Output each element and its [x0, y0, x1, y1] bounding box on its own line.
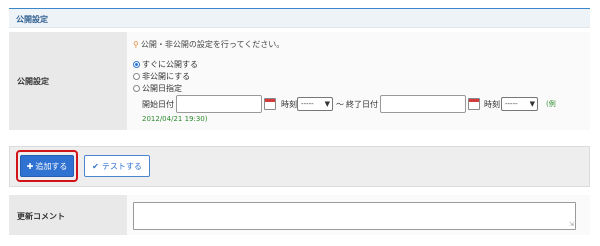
- radio-publish-now[interactable]: すぐに公開する: [133, 59, 198, 70]
- end-time-value: -----: [505, 100, 518, 108]
- example-value: 2012/04/21 19:30): [142, 115, 208, 123]
- end-date-input[interactable]: [380, 95, 466, 113]
- radio-private-label: 非公開にする: [142, 72, 191, 81]
- chevron-down-icon: ▼: [529, 100, 535, 108]
- start-date-input[interactable]: [176, 95, 262, 113]
- pin-icon: ⚲: [133, 40, 139, 49]
- radio-publish-now-label: すぐに公開する: [142, 60, 198, 69]
- radio-circle[interactable]: [133, 73, 140, 80]
- add-button[interactable]: ✚ 追加する: [20, 155, 74, 177]
- example-prefix: (例: [546, 100, 556, 108]
- check-icon: ✔: [92, 161, 99, 171]
- add-button-label: 追加する: [35, 161, 68, 171]
- resize-grip-icon[interactable]: ⇲: [569, 222, 574, 228]
- publish-label: 公開設定: [17, 77, 49, 86]
- start-time-select[interactable]: ----- ▼: [297, 97, 333, 111]
- end-time-select[interactable]: ----- ▼: [501, 97, 538, 111]
- end-date-label: 終了日付: [346, 100, 378, 109]
- radio-schedule[interactable]: 公開日指定: [133, 83, 182, 94]
- calendar-icon[interactable]: [468, 98, 480, 110]
- comment-label-cell: 更新コメント: [9, 195, 127, 235]
- calendar-icon[interactable]: [264, 98, 276, 110]
- publish-hint: ⚲ 公開・非公開の設定を行ってください。: [133, 39, 284, 50]
- section-header: 公開設定: [9, 8, 590, 28]
- radio-schedule-label: 公開日指定: [142, 84, 182, 93]
- start-date-label: 開始日付: [142, 100, 174, 109]
- test-button-label: テストする: [101, 161, 142, 171]
- publish-label-cell: 公開設定: [9, 32, 127, 130]
- publish-hint-text: 公開・非公開の設定を行ってください。: [140, 40, 285, 49]
- radio-circle-selected[interactable]: [133, 61, 140, 68]
- end-time-label: 時刻: [484, 100, 500, 109]
- comment-label: 更新コメント: [17, 212, 65, 221]
- range-separator: ～: [336, 100, 344, 109]
- chevron-down-icon: ▼: [324, 100, 330, 108]
- radio-private[interactable]: 非公開にする: [133, 71, 190, 82]
- comment-textarea[interactable]: ⇲: [133, 202, 576, 230]
- section-title: 公開設定: [16, 15, 48, 24]
- plus-icon: ✚: [26, 161, 34, 171]
- start-time-value: -----: [301, 100, 314, 108]
- test-button[interactable]: ✔ テストする: [84, 155, 150, 177]
- start-time-label: 時刻: [281, 100, 297, 109]
- radio-circle[interactable]: [133, 85, 140, 92]
